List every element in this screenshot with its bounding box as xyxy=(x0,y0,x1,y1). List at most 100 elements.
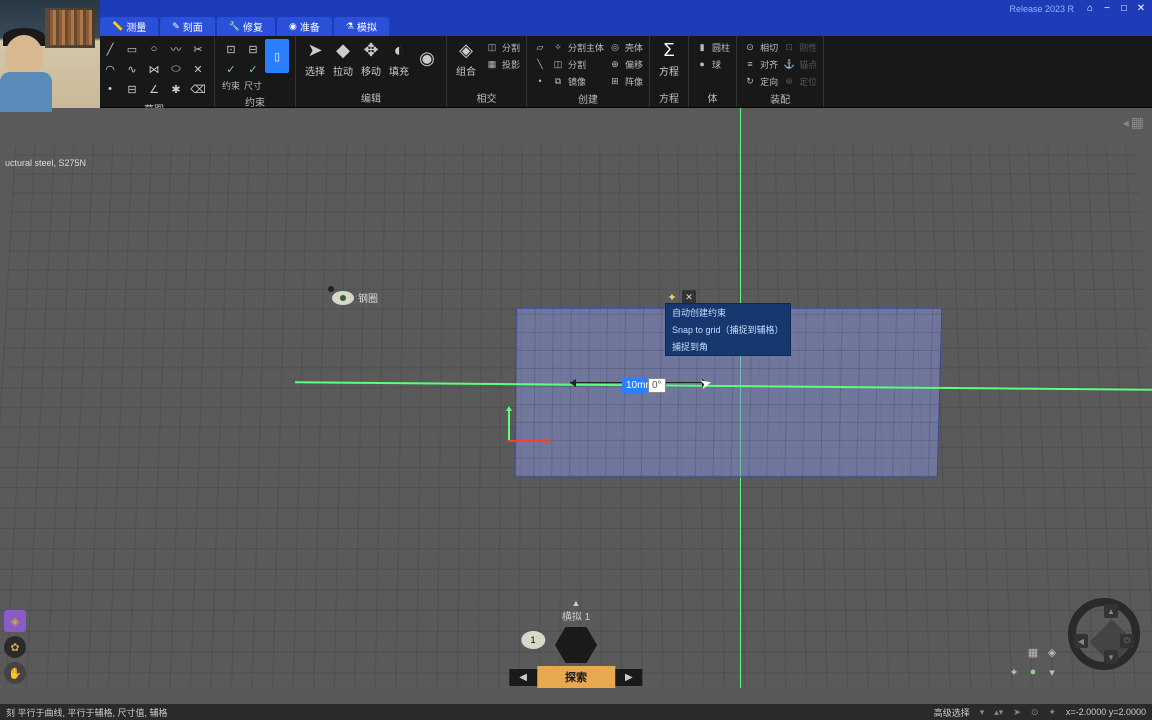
polyline-tool[interactable]: ⋈ xyxy=(144,59,164,79)
minimize-button[interactable]: − xyxy=(1100,2,1114,16)
point-tool[interactable]: • xyxy=(100,79,120,99)
gear-icon[interactable]: ✿ xyxy=(4,636,26,658)
toolgroup-constraint: ⊡✓约束 ⊟✓尺寸 ▯ 约束 xyxy=(215,36,296,107)
align-tool[interactable]: ≡对齐 xyxy=(743,56,778,72)
snap-icon[interactable]: ✦ xyxy=(665,290,679,304)
pull-tool[interactable]: ◆拉动 xyxy=(330,39,356,79)
y-axis-arrow xyxy=(508,410,510,442)
gizmo-top[interactable]: ▲ xyxy=(1104,604,1118,618)
gizmo-bottom[interactable]: ▼ xyxy=(1104,650,1118,664)
home-icon[interactable]: ⌂ xyxy=(1083,2,1097,16)
x-axis-arrow xyxy=(508,440,546,442)
curve-tool[interactable]: ∿ xyxy=(122,59,142,79)
cube-view-icon[interactable]: ◈ xyxy=(4,610,26,632)
panel-collapse-handle[interactable]: ◂ ▦ xyxy=(1123,114,1144,131)
select-tool[interactable]: ➤选择 xyxy=(302,39,328,79)
explore-button[interactable]: 探索 xyxy=(537,666,615,688)
tangent-icon: ⊙ xyxy=(743,42,757,53)
gizmo-left[interactable]: ◀ xyxy=(1074,634,1088,648)
splitface-tool[interactable]: ◫分割 xyxy=(551,56,604,72)
constraint-check-icon[interactable]: ✓ xyxy=(221,59,241,79)
chevron-left-icon[interactable]: ◀ xyxy=(509,669,537,686)
circle-tool[interactable]: ○ xyxy=(144,39,164,59)
tab-measure[interactable]: 📏测量 xyxy=(100,17,158,36)
spline-tool[interactable]: 〰 xyxy=(166,39,186,59)
tab-simulate[interactable]: ⚗模拟 xyxy=(334,17,389,36)
hand-icon[interactable]: ✋ xyxy=(4,662,26,684)
rect-constraint-active[interactable]: ▯ xyxy=(265,39,289,73)
axis-tool[interactable]: ╲ xyxy=(533,56,547,72)
tab-facet[interactable]: ✎刻面 xyxy=(160,17,215,36)
menu-snap-grid[interactable]: Snap to grid（捕捉到辅格） xyxy=(666,321,790,338)
angle-input[interactable]: 0° xyxy=(648,378,666,393)
split-tool[interactable]: ◫分割 xyxy=(485,39,520,55)
gizmo-right[interactable]: ⏻ xyxy=(1120,634,1134,648)
rigid-tool[interactable]: ⊡刚性 xyxy=(782,39,817,55)
rect-tool[interactable]: ▭ xyxy=(122,39,142,59)
offset-tool[interactable]: ⊕偏移 xyxy=(608,56,643,72)
axis-icon: ╲ xyxy=(533,59,547,70)
status-icon-2[interactable]: ➤ xyxy=(1013,707,1021,718)
arc-tool[interactable]: ◠ xyxy=(100,59,120,79)
plane-tool[interactable]: ▱ xyxy=(533,39,547,55)
point-create-tool[interactable]: • xyxy=(533,73,547,89)
anchor-tool[interactable]: ⚓锚点 xyxy=(782,56,817,72)
status-icon-3[interactable]: ⊙ xyxy=(1031,707,1039,718)
toolgroup-intersect: ◈组合 ◫分割 ▦投影 相交 xyxy=(447,36,527,107)
release-label: Release 2023 R xyxy=(1009,4,1074,14)
sim-hexagon[interactable] xyxy=(555,627,597,663)
view-icon-3[interactable]: ✦ xyxy=(1006,664,1022,680)
view-cube-gizmo[interactable]: ▲ ▼ ◀ ⏻ xyxy=(1068,598,1140,670)
dim-tool[interactable]: ⊟ xyxy=(122,79,142,99)
scissors-icon[interactable]: ✂ xyxy=(188,39,208,59)
chevron-down-icon[interactable]: ▾ xyxy=(1044,664,1060,680)
view-icon-4[interactable]: ● xyxy=(1025,664,1041,680)
sketch-visibility-toggle[interactable]: 钢圈 xyxy=(332,290,378,305)
trim-tool[interactable]: ✕ xyxy=(188,59,208,79)
fill-tool[interactable]: ◐填充 xyxy=(386,39,412,79)
status-icon-1[interactable]: ▴▾ xyxy=(994,707,1003,718)
chevron-right-icon[interactable]: ▶ xyxy=(615,669,643,686)
offset-icon: ⊕ xyxy=(608,59,622,70)
tab-prepare[interactable]: ◉准备 xyxy=(277,17,332,36)
angle-tool[interactable]: ∠ xyxy=(144,79,164,99)
constraint-tool[interactable]: ⊡ xyxy=(221,39,241,59)
maximize-button[interactable]: □ xyxy=(1117,2,1131,16)
move-tool[interactable]: ✥移动 xyxy=(358,39,384,79)
comment-badge[interactable]: 1 xyxy=(521,631,545,649)
close-mini-icon[interactable]: ✕ xyxy=(682,290,696,304)
shell-tool[interactable]: ◎壳体 xyxy=(608,39,643,55)
combine-tool[interactable]: ◈组合 xyxy=(453,39,479,79)
mirror-tool[interactable]: ⧉镜像 xyxy=(551,73,604,89)
splitbody-tool[interactable]: ✧分割主体 xyxy=(551,39,604,55)
orient-icon: ↻ xyxy=(743,76,757,87)
chevron-up-icon[interactable]: ▲ xyxy=(572,598,581,608)
equation-tool[interactable]: Σ方程 xyxy=(656,39,682,79)
dimension-check-icon[interactable]: ✓ xyxy=(243,59,263,79)
menu-auto-constraint[interactable]: 自动创建约束 xyxy=(666,304,790,321)
tangent-tool[interactable]: ⊙相切 xyxy=(743,39,778,55)
tab-repair[interactable]: 🔧修复 xyxy=(217,17,275,36)
status-icon-4[interactable]: ✦ xyxy=(1048,707,1056,718)
orient-tool[interactable]: ↻定向 xyxy=(743,73,778,89)
project-tool[interactable]: ▦投影 xyxy=(485,56,520,72)
sigma-icon: Σ xyxy=(663,40,674,61)
sphere-tool[interactable]: ●球 xyxy=(695,56,730,72)
locate-tool[interactable]: ⊕定位 xyxy=(782,73,817,89)
line-tool[interactable]: ╱ xyxy=(100,39,120,59)
context-menu: 自动创建约束 Snap to grid（捕捉到辅格） 捕捉到角 xyxy=(665,303,791,356)
selection-mode[interactable]: 高级选择 xyxy=(934,706,970,719)
ellipse-tool[interactable]: ⬭ xyxy=(166,59,186,79)
cursor-icon: ➤ xyxy=(307,40,322,61)
star-tool[interactable]: ✱ xyxy=(166,79,186,99)
close-button[interactable]: ✕ xyxy=(1134,2,1148,16)
blend-tool[interactable]: ◉ xyxy=(414,39,440,79)
ruler-icon: 📏 xyxy=(112,21,123,32)
dimension-tool[interactable]: ⊟ xyxy=(243,39,263,59)
delete-tool[interactable]: ⌫ xyxy=(188,79,208,99)
menu-snap-angle[interactable]: 捕捉到角 xyxy=(666,338,790,355)
view-icon-2[interactable]: ◈ xyxy=(1044,644,1060,660)
pattern-tool[interactable]: ⊞阵像 xyxy=(608,73,643,89)
cylinder-tool[interactable]: ▮圆柱 xyxy=(695,39,730,55)
view-icon-1[interactable]: ▦ xyxy=(1025,644,1041,660)
